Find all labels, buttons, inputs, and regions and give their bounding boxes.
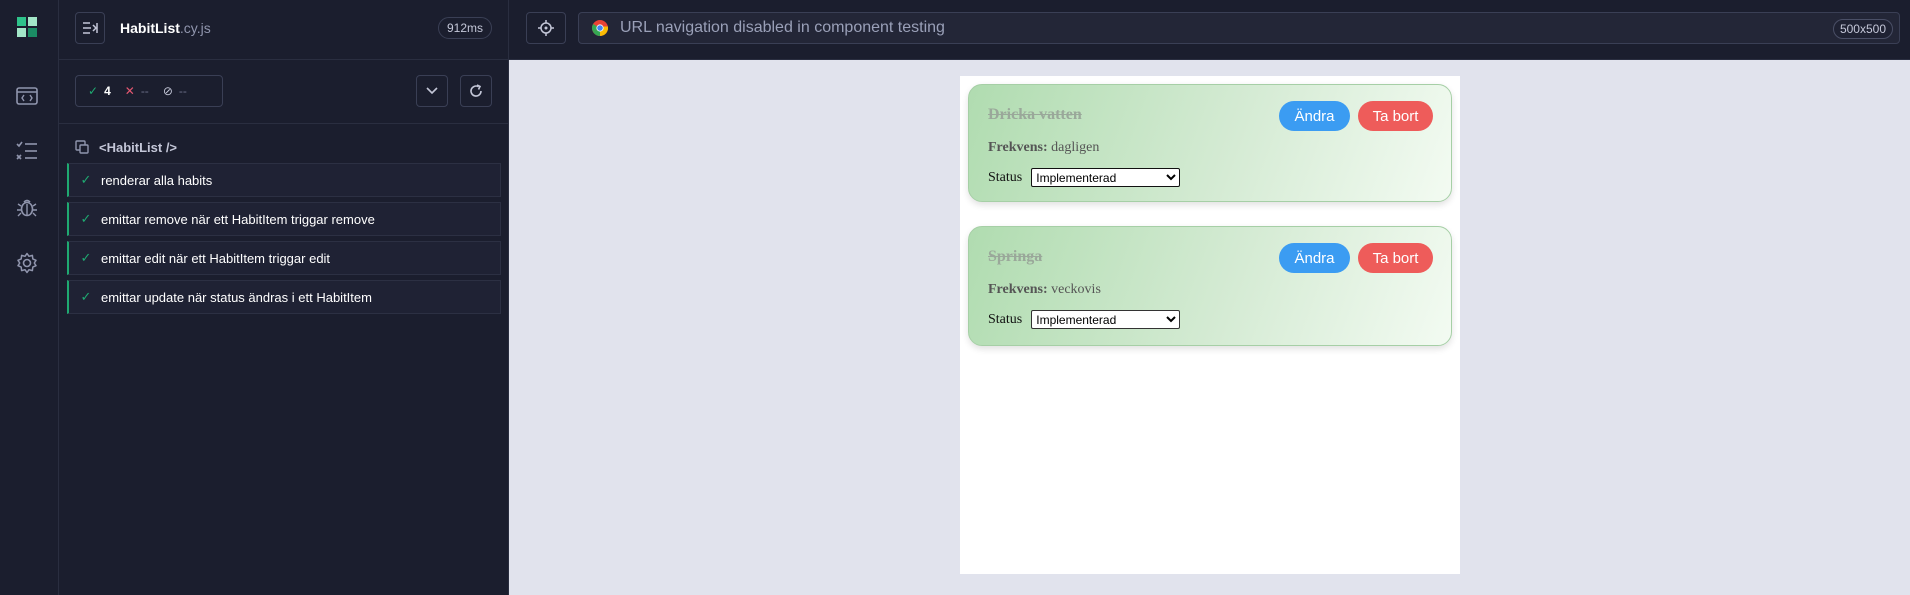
failed-count: -- [140,84,149,98]
url-bar: URL navigation disabled in component tes… [578,12,1900,44]
habit-name: Springa [988,248,1043,265]
habit-frequency: Frekvens: dagligen [988,140,1099,156]
viewport-size-badge[interactable]: 500x500 [1832,19,1893,39]
runs-icon[interactable] [13,137,41,165]
stats-bar: ✓ 4 ✕ -- ⊘ -- [59,60,508,124]
pending-count: -- [178,84,187,98]
habit-status: Status Implementerad [988,168,1181,187]
chevron-down-icon [426,87,438,95]
test-row[interactable]: ✓ renderar alla habits [67,163,501,197]
pending-icon: ⊘ [162,84,173,98]
status-label: Status [988,311,1023,327]
debug-icon[interactable] [13,193,41,221]
app-under-test-frame: Dricka vatten Ändra Ta bort Frekvens: da… [960,76,1460,574]
refresh-icon [470,84,482,97]
chrome-icon [592,20,608,36]
failed-stat: ✕ -- [125,84,149,98]
delete-button[interactable]: Ta bort [1358,101,1433,131]
collapse-all-button[interactable] [416,75,448,107]
toggle-specs-list-button[interactable] [75,12,105,44]
url-text: URL navigation disabled in component tes… [620,19,945,36]
test-stats: ✓ 4 ✕ -- ⊘ -- [75,75,223,107]
cypress-logo-icon[interactable] [17,17,37,37]
edit-button[interactable]: Ändra [1279,243,1350,273]
spec-duration-badge: 912ms [437,17,492,39]
check-icon: ✓ [80,250,92,265]
crosshair-icon [538,20,554,36]
test-row[interactable]: ✓ emittar edit när ett HabitItem triggar… [67,241,501,275]
frequency-label: Frekvens: [988,282,1048,297]
habit-status: Status Implementerad [988,310,1181,329]
edit-button[interactable]: Ändra [1279,101,1350,131]
habit-name: Dricka vatten [988,106,1082,123]
icon-rail [0,0,59,595]
check-icon: ✓ [88,84,99,98]
status-select[interactable]: Implementerad [1031,168,1181,187]
component-icon [75,140,89,154]
spec-file-name: HabitList.cy.js [120,20,211,36]
check-icon: ✓ [80,211,92,226]
aut-header: URL navigation disabled in component tes… [509,0,1910,60]
frequency-value: veckovis [1051,282,1101,297]
spec-header: HabitList.cy.js 912ms [59,0,508,60]
check-icon: ✓ [80,289,92,304]
test-row[interactable]: ✓ emittar update när status ändras i ett… [67,280,501,314]
spec-name: HabitList [120,20,180,36]
test-title: renderar alla habits [101,172,213,188]
spec-extension: .cy.js [179,20,211,36]
settings-icon[interactable] [13,249,41,277]
delete-button[interactable]: Ta bort [1358,243,1433,273]
test-title: emittar remove när ett HabitItem triggar… [101,211,375,227]
suite-title: <HabitList /> [99,139,178,155]
specs-icon[interactable] [13,82,41,110]
x-icon: ✕ [124,84,135,98]
test-title: emittar edit när ett HabitItem triggar e… [101,250,331,266]
test-row[interactable]: ✓ emittar remove när ett HabitItem trigg… [67,202,501,236]
passed-count: 4 [104,84,111,98]
rerun-button[interactable] [460,75,492,107]
status-select[interactable]: Implementerad [1031,310,1181,329]
suite-row[interactable]: <HabitList /> [59,136,508,158]
passed-stat: ✓ 4 [88,84,111,98]
habit-card: Dricka vatten Ändra Ta bort Frekvens: da… [968,84,1452,202]
frequency-value: dagligen [1051,140,1100,155]
habit-frequency: Frekvens: veckovis [988,282,1101,298]
frequency-label: Frekvens: [988,140,1048,155]
sidebar-collapse-icon [83,22,98,34]
status-label: Status [988,169,1023,185]
spec-tree: <HabitList /> ✓ renderar alla habits ✓ e… [59,124,508,314]
check-icon: ✓ [80,172,92,187]
reporter-panel: HabitList.cy.js 912ms ✓ 4 ✕ -- ⊘ -- <HabitL… [59,0,509,595]
test-title: emittar update när status ändras i ett H… [101,289,372,305]
selector-playground-button[interactable] [526,12,566,44]
habit-card: Springa Ändra Ta bort Frekvens: veckovis… [968,226,1452,346]
pending-stat: ⊘ -- [163,84,187,98]
